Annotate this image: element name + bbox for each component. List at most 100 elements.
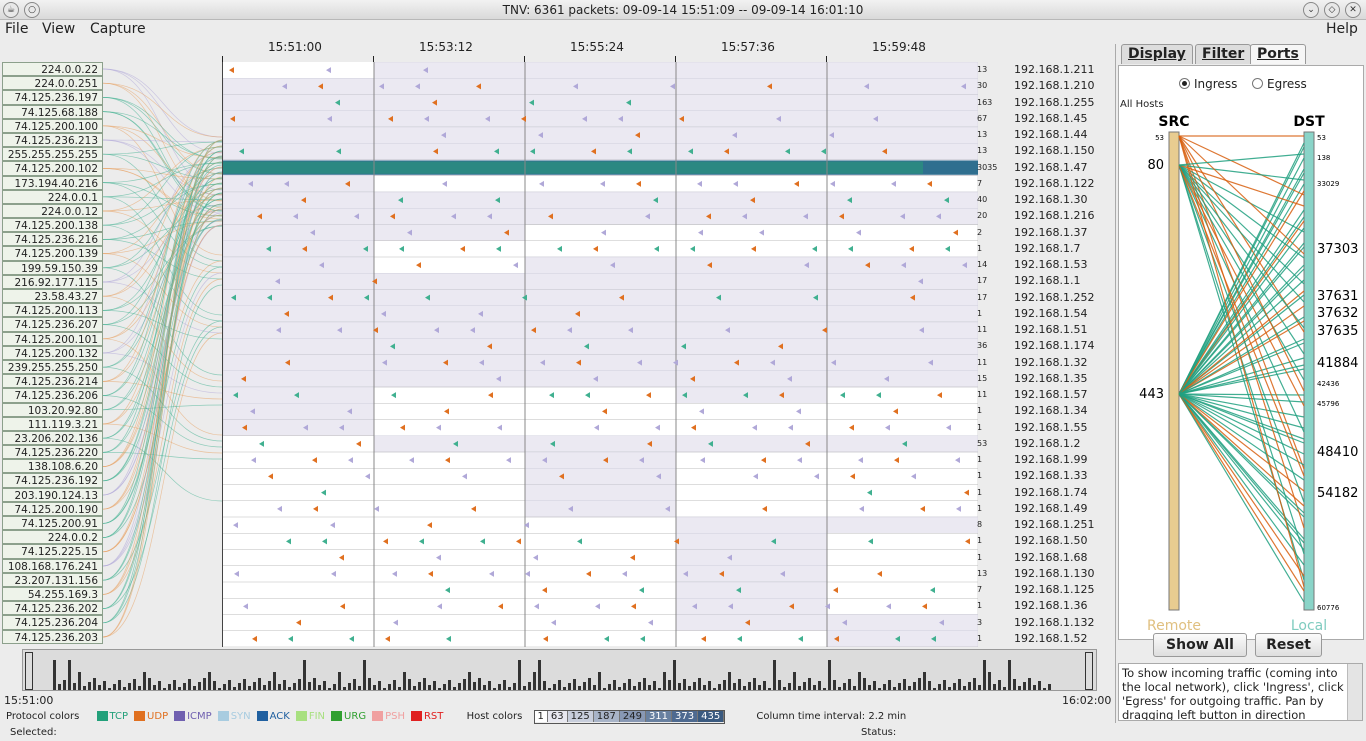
local-host-item[interactable]: 192.168.1.49 [1002, 501, 1112, 517]
matrix-cell[interactable] [373, 289, 526, 306]
local-host-item[interactable]: 192.168.1.68 [1002, 550, 1112, 566]
matrix-cell[interactable] [826, 321, 979, 339]
matrix-cell[interactable] [373, 191, 526, 209]
matrix-cell[interactable] [675, 126, 828, 144]
menu-capture[interactable]: Capture [90, 21, 146, 37]
matrix-cell[interactable] [373, 110, 526, 128]
timeline-overview[interactable] [22, 649, 1097, 691]
matrix-cell[interactable] [524, 289, 677, 306]
matrix-cell[interactable] [524, 208, 677, 225]
remote-host-item[interactable]: 74.125.236.197 [2, 90, 103, 105]
matrix-cell[interactable] [222, 126, 375, 144]
local-host-item[interactable]: 192.168.1.211 [1002, 62, 1112, 78]
menu-file[interactable]: File [5, 21, 28, 37]
remote-host-item[interactable]: 74.125.200.100 [2, 118, 103, 133]
matrix-cell[interactable] [222, 321, 375, 339]
remote-host-item[interactable]: 74.125.200.91 [2, 516, 103, 531]
local-host-item[interactable]: 192.168.1.45 [1002, 111, 1112, 127]
local-host-item[interactable]: 192.168.1.251 [1002, 517, 1112, 533]
dst-axis-bar[interactable] [1303, 131, 1315, 611]
matrix-cell[interactable] [524, 78, 677, 95]
matrix-cell[interactable] [373, 126, 526, 144]
local-host-item[interactable]: 192.168.1.34 [1002, 403, 1112, 419]
matrix-cell[interactable] [826, 61, 979, 79]
matrix-cell[interactable] [675, 533, 828, 550]
matrix-cell[interactable] [675, 549, 828, 566]
matrix-cell[interactable] [222, 289, 375, 306]
matrix-cell[interactable] [373, 78, 526, 95]
matrix-cell[interactable] [675, 143, 828, 160]
show-all-button[interactable]: Show All [1153, 633, 1247, 657]
matrix-cell[interactable] [675, 78, 828, 95]
local-host-item[interactable]: 192.168.1.52 [1002, 631, 1112, 647]
matrix-cell[interactable] [524, 143, 677, 160]
local-host-item[interactable]: 192.168.1.35 [1002, 371, 1112, 387]
remote-host-item[interactable]: 216.92.177.115 [2, 274, 103, 289]
matrix-cell[interactable] [524, 370, 677, 388]
matrix-cell[interactable] [675, 321, 828, 339]
matrix-cell[interactable] [222, 94, 375, 111]
matrix-cell[interactable] [675, 516, 828, 534]
matrix-cell[interactable] [373, 338, 526, 355]
remote-host-item[interactable]: 224.0.0.1 [2, 189, 103, 204]
remote-host-item[interactable]: 224.0.0.12 [2, 203, 103, 219]
remote-host-item[interactable]: 203.190.124.13 [2, 487, 103, 502]
local-host-item[interactable]: 192.168.1.50 [1002, 533, 1112, 549]
local-host-item[interactable]: 192.168.1.74 [1002, 485, 1112, 501]
matrix-cell[interactable] [524, 500, 677, 518]
local-host-item[interactable]: 192.168.1.36 [1002, 598, 1112, 614]
matrix-cell[interactable] [675, 614, 828, 631]
remote-host-item[interactable]: 74.125.200.113 [2, 303, 103, 318]
local-host-item[interactable]: 192.168.1.150 [1002, 143, 1112, 159]
remote-host-item[interactable]: 74.125.236.216 [2, 232, 103, 247]
local-host-item[interactable]: 192.168.1.55 [1002, 420, 1112, 436]
tab-filter[interactable]: Filter [1195, 44, 1252, 64]
matrix-cell[interactable] [524, 468, 677, 485]
maximize-icon[interactable]: ◇ [1324, 2, 1340, 18]
matrix-cell[interactable] [524, 273, 677, 290]
remote-host-item[interactable]: 239.255.255.250 [2, 359, 103, 375]
src-axis-bar[interactable] [1168, 131, 1180, 611]
local-host-item[interactable]: 192.168.1.210 [1002, 78, 1112, 94]
remote-host-item[interactable]: 74.125.236.192 [2, 473, 103, 488]
matrix-cell[interactable] [373, 435, 526, 453]
matrix-cell[interactable] [675, 581, 828, 599]
matrix-cell[interactable] [826, 110, 979, 128]
matrix-cell[interactable] [826, 630, 979, 648]
remote-host-item[interactable]: 23.58.43.27 [2, 289, 103, 304]
tab-ports[interactable]: Ports [1250, 44, 1306, 64]
matrix-cell[interactable] [675, 354, 828, 371]
matrix-cell[interactable] [524, 256, 677, 274]
remote-host-item[interactable]: 74.125.236.214 [2, 374, 103, 389]
local-host-item[interactable]: 192.168.1.57 [1002, 387, 1112, 403]
remote-host-item[interactable]: 173.194.40.216 [2, 175, 103, 190]
menu-view[interactable]: View [42, 21, 75, 37]
local-host-item[interactable]: 192.168.1.37 [1002, 225, 1112, 241]
matrix-cell[interactable] [675, 370, 828, 388]
help-scrollbar[interactable] [1347, 664, 1362, 720]
matrix-cell[interactable] [524, 354, 677, 371]
remote-host-item[interactable]: 74.125.236.213 [2, 132, 103, 148]
matrix-cell[interactable] [222, 338, 375, 355]
matrix-cell[interactable] [524, 126, 677, 144]
matrix-cell[interactable] [826, 338, 979, 355]
remote-host-item[interactable]: 23.206.202.136 [2, 430, 103, 446]
matrix-cell[interactable] [524, 94, 677, 111]
local-host-item[interactable]: 192.168.1.130 [1002, 566, 1112, 582]
matrix-cell[interactable] [826, 273, 979, 290]
local-host-item[interactable]: 192.168.1.32 [1002, 355, 1112, 371]
matrix-cell[interactable] [675, 338, 828, 355]
matrix-cell[interactable] [826, 516, 979, 534]
tab-display[interactable]: Display [1121, 44, 1193, 64]
matrix-cell[interactable] [675, 289, 828, 306]
matrix-cell[interactable] [524, 305, 677, 323]
remote-host-item[interactable]: 54.255.169.3 [2, 586, 103, 602]
matrix-cell[interactable] [675, 110, 828, 128]
matrix-cell[interactable] [524, 110, 677, 128]
local-host-item[interactable]: 192.168.1.255 [1002, 95, 1112, 111]
matrix-cell[interactable] [826, 614, 979, 631]
matrix-cell[interactable] [222, 175, 375, 193]
matrix-cell[interactable] [524, 484, 677, 501]
matrix-cell[interactable] [675, 61, 828, 79]
remote-host-item[interactable]: 74.125.68.188 [2, 104, 103, 119]
